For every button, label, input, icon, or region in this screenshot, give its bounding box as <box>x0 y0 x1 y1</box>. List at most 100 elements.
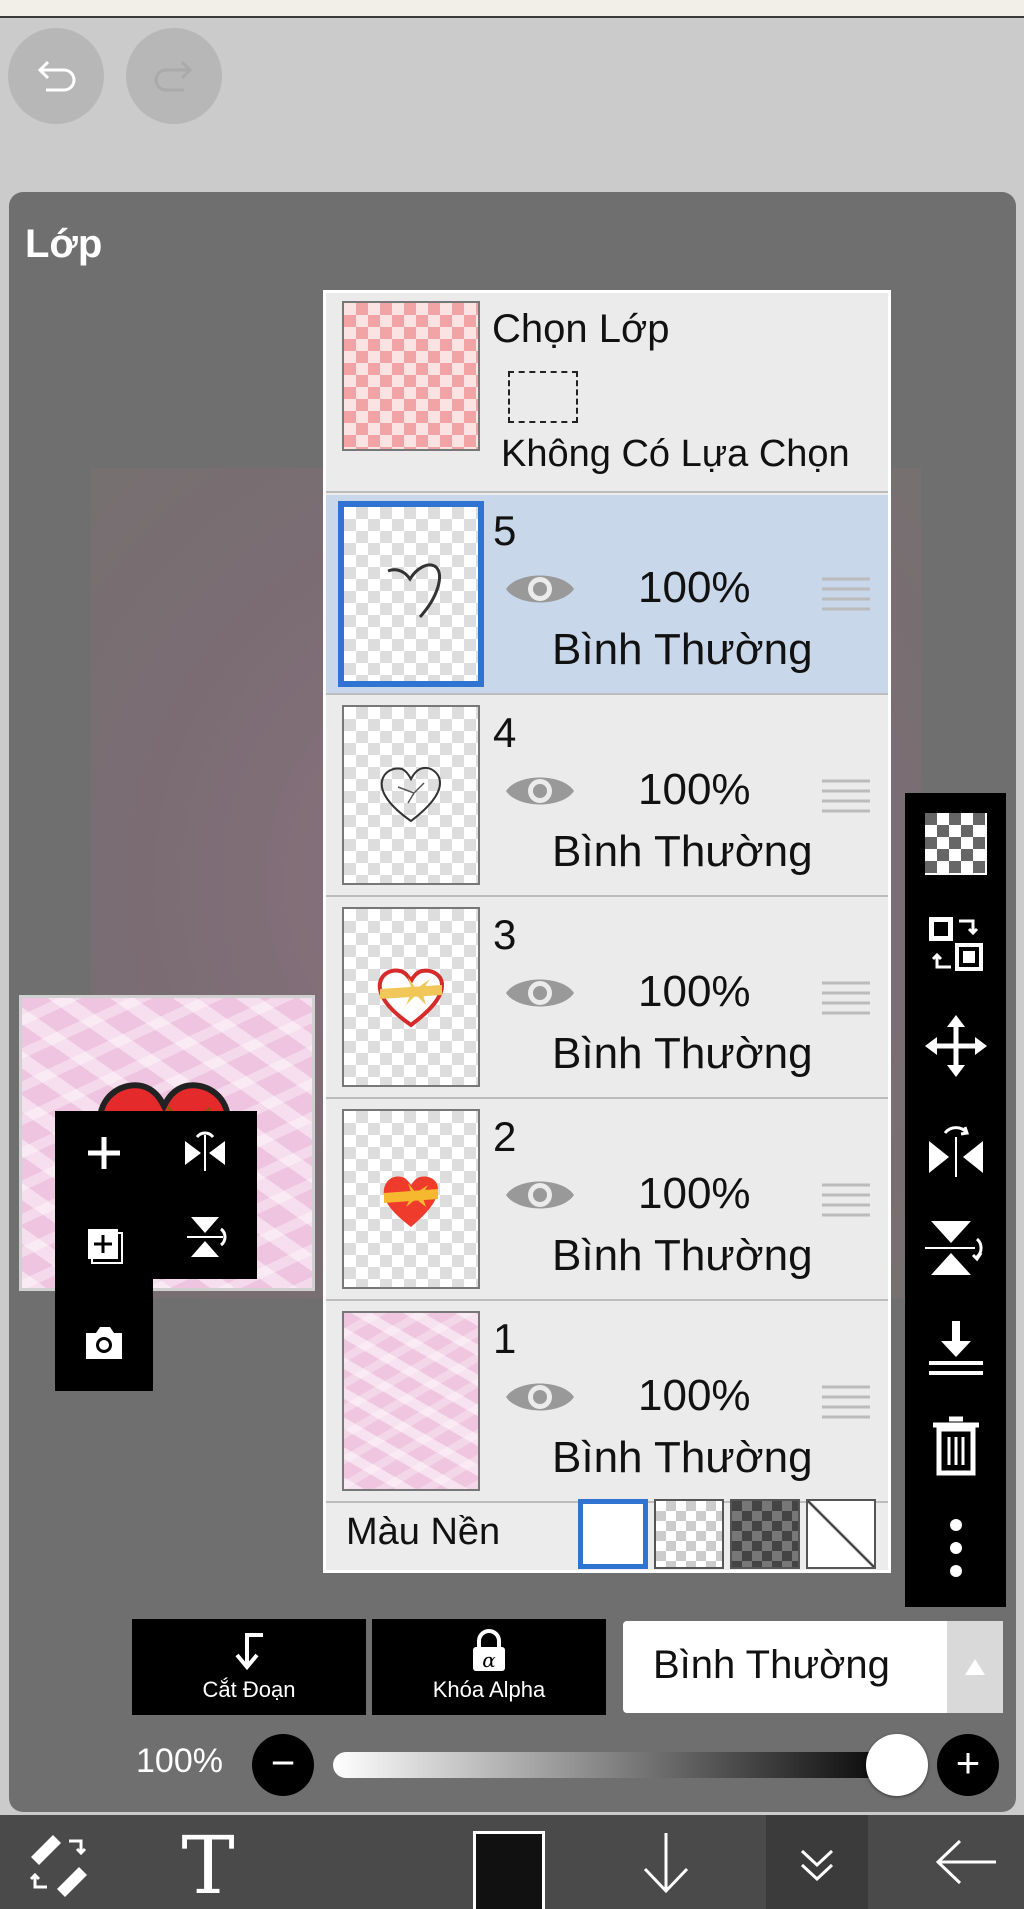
opacity-slider-thumb[interactable] <box>866 1734 928 1796</box>
bottom-toolbar: T <box>0 1815 1024 1909</box>
drag-handle-icon[interactable] <box>822 1383 870 1419</box>
undo-icon <box>37 60 76 92</box>
layer-thumbnail <box>342 1109 480 1289</box>
status-line <box>0 0 1024 18</box>
layer-blend-mode: Bình Thường <box>552 1231 813 1280</box>
back-button[interactable] <box>922 1815 1012 1909</box>
chevron-double-down-icon <box>800 1849 834 1882</box>
duplicate-layer-button[interactable] <box>55 1195 153 1295</box>
background-color-row: Màu Nền <box>326 1493 888 1571</box>
bg-option-white[interactable] <box>578 1499 648 1569</box>
heart-ribbon-thumb-icon <box>377 968 445 1028</box>
layer-blend-mode: Bình Thường <box>552 1433 813 1482</box>
alpha-lock-label: Khóa Alpha <box>432 1677 546 1702</box>
redo-icon <box>154 60 193 92</box>
redo-button[interactable] <box>126 28 222 124</box>
plus-icon <box>88 1137 120 1169</box>
eye-icon[interactable] <box>504 567 576 611</box>
selection-thumbnail <box>342 301 480 451</box>
layer-row-2[interactable]: 2 100% Bình Thường <box>326 1101 888 1301</box>
layer-opacity: 100% <box>638 1169 751 1218</box>
arrow-down-icon <box>643 1833 689 1894</box>
text-tool-icon: T <box>181 1827 234 1897</box>
heart-fill-thumb-icon <box>383 1176 438 1227</box>
flip-horizontal-icon <box>185 1131 225 1171</box>
opacity-decrease-button[interactable]: − <box>252 1734 314 1796</box>
flip-horizontal-layer-icon[interactable] <box>925 1117 987 1179</box>
layer-blend-mode: Bình Thường <box>552 625 813 674</box>
eye-icon[interactable] <box>504 1375 576 1419</box>
duplicate-icon <box>88 1229 123 1264</box>
blend-mode-value: Bình Thường <box>653 1643 890 1687</box>
drag-handle-icon[interactable] <box>822 979 870 1015</box>
layer-list: Chọn Lớp Không Có Lựa Chọn 5 100% Bình T… <box>323 290 891 1573</box>
drag-handle-icon[interactable] <box>822 777 870 813</box>
eye-icon[interactable] <box>504 971 576 1015</box>
drag-handle-icon[interactable] <box>822 1181 870 1217</box>
transparency-icon[interactable] <box>925 813 987 875</box>
current-color-swatch[interactable] <box>473 1831 545 1909</box>
layer-opacity: 100% <box>638 967 751 1016</box>
eye-icon[interactable] <box>504 769 576 813</box>
layer-opacity: 100% <box>638 563 751 612</box>
arrow-left-icon <box>935 1839 996 1885</box>
flip-vertical-button[interactable] <box>153 1195 257 1279</box>
text-tool-button[interactable]: T <box>168 1815 248 1909</box>
drag-handle-icon[interactable] <box>822 575 870 611</box>
transform-tool-icon <box>29 1835 87 1897</box>
layer-opacity: 100% <box>638 765 751 814</box>
clipping-button[interactable]: Cắt Đoạn <box>132 1619 366 1715</box>
transform-tool-button[interactable] <box>18 1815 98 1909</box>
opacity-slider[interactable] <box>333 1752 903 1778</box>
undo-button[interactable] <box>8 28 104 124</box>
marquee-icon <box>508 371 578 423</box>
alpha-lock-button[interactable]: α Khóa Alpha <box>372 1619 606 1715</box>
bg-option-checker[interactable] <box>654 1499 724 1569</box>
layer-thumbnail <box>342 705 480 885</box>
layer-number: 5 <box>493 507 517 554</box>
layer-row-5[interactable]: 5 100% Bình Thường <box>326 495 888 695</box>
opacity-increase-button[interactable]: + <box>937 1734 999 1796</box>
layer-blend-mode: Bình Thường <box>552 1029 813 1078</box>
clipping-icon <box>235 1633 263 1671</box>
swap-layers-icon[interactable] <box>925 913 987 975</box>
alpha-lock-icon: α <box>473 1629 505 1672</box>
layer-blend-mode: Bình Thường <box>552 827 813 876</box>
camera-icon <box>86 1327 122 1359</box>
flip-vertical-layer-icon[interactable] <box>925 1217 987 1279</box>
blend-mode-select[interactable]: Bình Thường <box>623 1621 1003 1713</box>
merge-down-icon[interactable] <box>925 1317 987 1379</box>
add-layer-button[interactable] <box>55 1111 153 1195</box>
opacity-value: 100% <box>136 1742 223 1780</box>
layer-thumbnail <box>342 907 480 1087</box>
trash-icon[interactable] <box>925 1415 987 1477</box>
layer-number: 2 <box>493 1113 517 1160</box>
layer-number: 1 <box>493 1315 517 1362</box>
flip-horizontal-button[interactable] <box>153 1111 257 1195</box>
blend-mode-dropdown-arrow[interactable] <box>947 1621 1003 1713</box>
layer-thumbnail <box>338 501 484 687</box>
triangle-up-icon <box>965 1659 985 1675</box>
bg-option-dark-checker[interactable] <box>730 1499 800 1569</box>
layer-row-3[interactable]: 3 100% Bình Thường <box>326 899 888 1099</box>
layer-row-4[interactable]: 4 100% Bình Thường <box>326 697 888 897</box>
flip-vertical-icon <box>187 1217 227 1257</box>
move-icon[interactable] <box>925 1015 987 1077</box>
layer-thumbnail <box>342 1311 480 1491</box>
more-options-icon[interactable] <box>925 1517 987 1579</box>
selection-layer-status: Không Có Lựa Chọn <box>501 433 850 475</box>
layer-row-1[interactable]: 1 100% Bình Thường <box>326 1303 888 1503</box>
heart-outline-thumb-icon <box>387 563 441 619</box>
layer-number: 4 <box>493 709 517 756</box>
svg-text:T: T <box>181 1827 234 1897</box>
download-button[interactable] <box>626 1815 706 1909</box>
clipping-label: Cắt Đoạn <box>202 1677 296 1702</box>
bg-option-none[interactable] <box>806 1499 876 1569</box>
collapse-button[interactable] <box>766 1815 868 1909</box>
selection-layer-row[interactable]: Chọn Lớp Không Có Lựa Chọn <box>326 293 888 493</box>
heart-sketch-thumb-icon <box>380 767 442 823</box>
layer-opacity: 100% <box>638 1371 751 1420</box>
layer-tools-sidebar <box>905 793 1006 1607</box>
camera-button[interactable] <box>55 1295 153 1391</box>
eye-icon[interactable] <box>504 1173 576 1217</box>
